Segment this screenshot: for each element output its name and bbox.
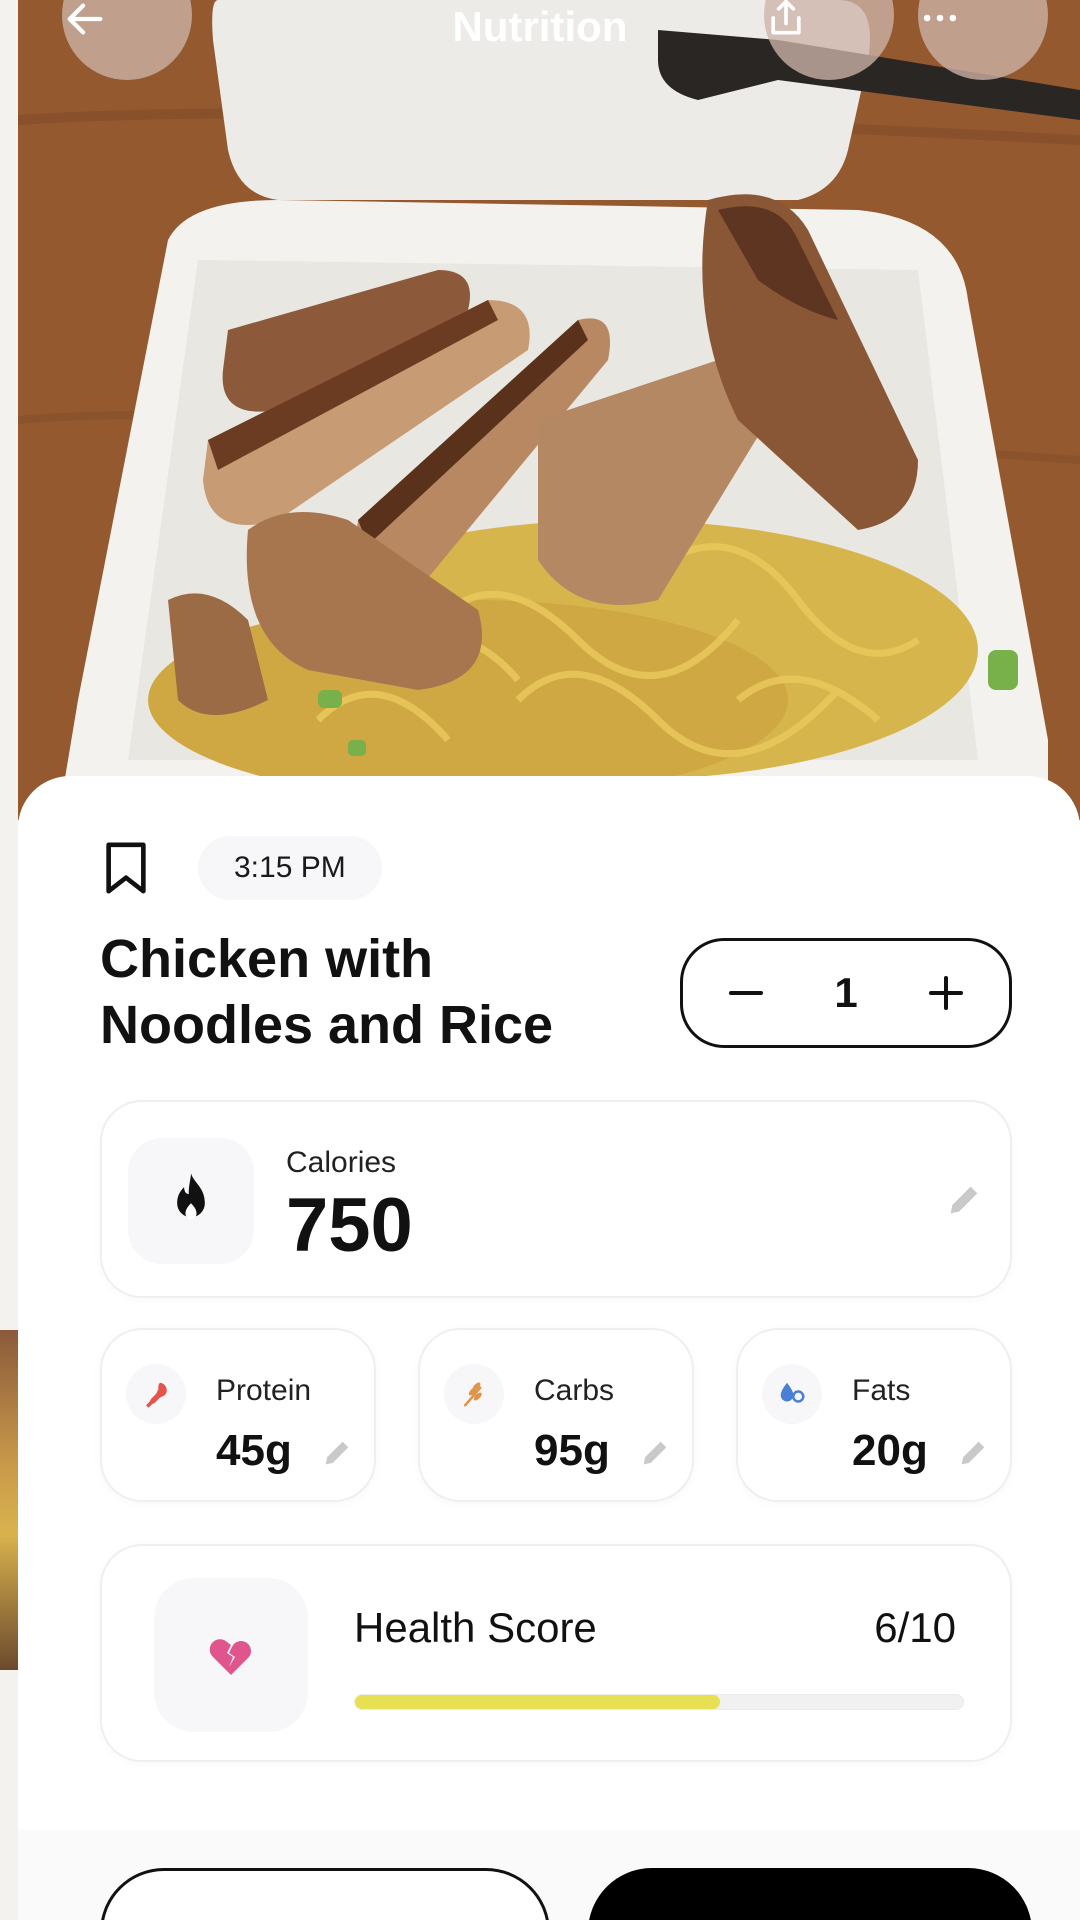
calories-card[interactable]: Calories 750: [100, 1100, 1012, 1298]
fix-results-button[interactable]: [100, 1868, 550, 1920]
protein-icon-wrap: [126, 1364, 186, 1424]
meal-title-line-1: Chicken with: [100, 929, 434, 989]
quantity-value: 1: [834, 969, 858, 1016]
fats-card[interactable]: Fats 20g: [736, 1328, 1012, 1502]
pencil-icon[interactable]: [956, 1436, 990, 1470]
pencil-icon[interactable]: [320, 1436, 354, 1470]
broken-heart-icon: [209, 1639, 251, 1675]
page-title: Nutrition: [452, 3, 628, 50]
meal-title-line-2: Noodles and Rice: [100, 995, 554, 1055]
oil-drop-icon: [780, 1382, 805, 1403]
health-score-label: Health Score: [354, 1604, 597, 1651]
meal-photo: [18, 0, 1080, 820]
health-score-bar-fill: [355, 1695, 720, 1709]
calories-icon-wrap: [128, 1138, 254, 1264]
carbs-icon-wrap: [444, 1364, 504, 1424]
health-icon-wrap: [154, 1578, 308, 1732]
wheat-icon: [464, 1382, 482, 1407]
flame-icon: [177, 1173, 205, 1219]
calories-label: Calories: [286, 1146, 397, 1179]
protein-value: 45g: [216, 1426, 292, 1475]
health-score-bar: [354, 1694, 964, 1710]
decrement-button[interactable]: [725, 972, 767, 1014]
carbs-value: 95g: [534, 1426, 610, 1475]
fats-value: 20g: [852, 1426, 928, 1475]
calories-value: 750: [286, 1183, 413, 1268]
carbs-label: Carbs: [534, 1374, 615, 1407]
pencil-icon[interactable]: [638, 1436, 672, 1470]
plus-icon: [928, 976, 963, 1010]
drumstick-icon: [146, 1382, 167, 1408]
done-button[interactable]: [588, 1868, 1032, 1920]
bookmark-icon[interactable]: [104, 841, 148, 895]
pencil-icon[interactable]: [944, 1180, 984, 1220]
protein-card[interactable]: Protein 45g: [100, 1328, 376, 1502]
fats-icon-wrap: [762, 1364, 822, 1424]
health-score-value: 6/10: [874, 1604, 956, 1651]
quantity-stepper: 1: [680, 938, 1012, 1048]
meta-row: 3:15 PM: [104, 836, 382, 900]
nutrition-sheet: 3:15 PM Chicken with Noodles and Rice 1 …: [18, 776, 1080, 1920]
time-chip: 3:15 PM: [198, 836, 382, 900]
minus-icon: [729, 991, 763, 995]
health-score-card[interactable]: Health Score 6/10: [100, 1544, 1012, 1762]
carbs-card[interactable]: Carbs 95g: [418, 1328, 694, 1502]
increment-button[interactable]: [925, 972, 967, 1014]
meal-title: Chicken with Noodles and Rice: [100, 926, 640, 1058]
fats-label: Fats: [852, 1374, 911, 1407]
protein-label: Protein: [216, 1374, 312, 1407]
